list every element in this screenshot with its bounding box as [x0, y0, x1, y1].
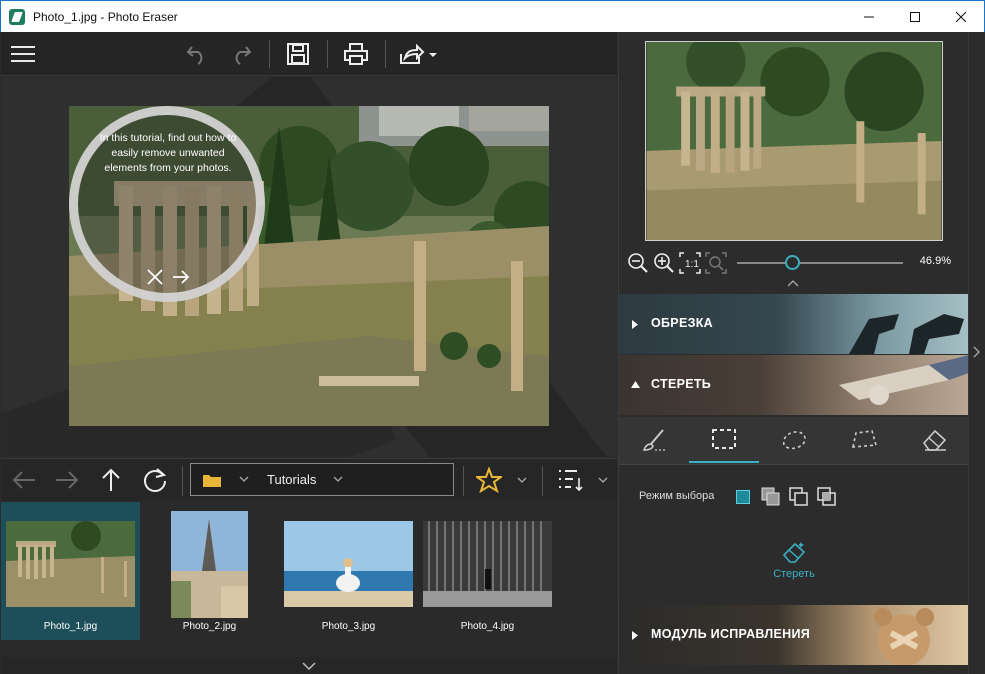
main-toolbar	[1, 32, 617, 76]
window-title: Photo_1.jpg - Photo Eraser	[33, 9, 178, 24]
app-logo-icon	[9, 8, 25, 25]
zoom-value: 46.9%	[919, 255, 951, 267]
zoom-slider[interactable]	[737, 262, 903, 264]
selection-subtract-icon[interactable]	[789, 487, 809, 507]
browser-navbar: Tutorials	[1, 458, 617, 501]
thumbnail-item[interactable]: Photo_1.jpg	[1, 502, 140, 640]
section-crop[interactable]: ОБРЕЗКА	[619, 294, 969, 354]
tutorial-text: In this tutorial, find out how to easily…	[99, 132, 237, 174]
rectangle-select-icon[interactable]	[689, 417, 759, 463]
zoom-controls: 1:1 46.9%	[627, 252, 967, 274]
chevron-up-icon[interactable]	[787, 279, 799, 287]
folder-icon	[203, 473, 221, 487]
thumbnail-label: Photo_2.jpg	[182, 621, 237, 632]
thumbnail-label: Photo_3.jpg	[321, 621, 376, 632]
refresh-icon[interactable]	[140, 465, 170, 495]
brush-tool-icon[interactable]	[619, 417, 689, 463]
title-bar: Photo_1.jpg - Photo Eraser	[0, 0, 985, 32]
folder-selector[interactable]: Tutorials	[190, 463, 454, 496]
eraser-pencil-image	[839, 355, 969, 405]
selection-add-icon[interactable]	[761, 487, 781, 507]
thumbnail-image	[171, 511, 248, 618]
selection-new-icon[interactable]	[736, 490, 750, 504]
erase-button[interactable]: Стереть	[769, 540, 819, 580]
svg-text:1:1: 1:1	[685, 259, 699, 270]
thumbnail-label: Photo_4.jpg	[460, 621, 515, 632]
section-erase[interactable]: СТЕРЕТЬ	[619, 355, 969, 415]
undo-icon[interactable]	[182, 39, 212, 69]
thumbnail-item[interactable]: Photo_4.jpg	[418, 502, 557, 640]
chevron-right-icon[interactable]	[973, 346, 981, 358]
fit-screen-icon[interactable]	[705, 252, 727, 274]
save-icon[interactable]	[283, 39, 313, 69]
photo-canvas[interactable]: In this tutorial, find out how to easily…	[1, 77, 617, 457]
thumbnail-strip: Photo_1.jpg Photo_2.jpg Photo_3.jpg Phot…	[1, 502, 617, 657]
section-label: МОДУЛЬ ИСПРАВЛЕНИЯ	[651, 627, 811, 641]
caret-down-icon	[631, 381, 640, 388]
magic-eraser-icon	[782, 542, 806, 563]
chevron-down-icon[interactable]	[302, 661, 316, 670]
arrow-right-icon[interactable]	[171, 267, 191, 287]
thumbnail-image	[6, 521, 135, 607]
caret-right-icon	[632, 320, 638, 329]
folder-name: Tutorials	[267, 472, 317, 487]
selection-intersect-icon[interactable]	[817, 487, 837, 507]
redo-icon[interactable]	[226, 39, 256, 69]
expand-strip[interactable]	[1, 657, 617, 674]
chevron-down-icon[interactable]	[598, 477, 608, 484]
navigator-preview[interactable]	[645, 41, 943, 241]
close-button[interactable]	[938, 1, 984, 32]
chevron-down-icon	[239, 476, 249, 483]
eraser-tool-icon[interactable]	[899, 417, 969, 463]
back-icon[interactable]	[9, 465, 39, 495]
zoom-in-icon[interactable]	[653, 252, 675, 274]
section-repair[interactable]: МОДУЛЬ ИСПРАВЛЕНИЯ	[619, 605, 969, 665]
section-label: ОБРЕЗКА	[651, 316, 713, 330]
section-label: СТЕРЕТЬ	[651, 377, 712, 391]
actual-size-icon[interactable]: 1:1	[679, 252, 701, 274]
thumbnail-image	[423, 521, 552, 607]
maximize-button[interactable]	[892, 1, 938, 32]
sort-icon[interactable]	[555, 465, 585, 495]
teddy-bear-image	[874, 608, 934, 665]
zoom-slider-handle[interactable]	[785, 255, 800, 270]
polygon-select-icon[interactable]	[829, 417, 899, 463]
forward-icon[interactable]	[52, 465, 82, 495]
menu-icon[interactable]	[8, 39, 38, 69]
zoom-out-icon[interactable]	[627, 252, 649, 274]
print-icon[interactable]	[341, 39, 371, 69]
right-panel-collapse-strip[interactable]	[968, 32, 985, 674]
chevron-down-icon[interactable]	[517, 477, 527, 484]
erase-button-label: Стереть	[773, 568, 815, 580]
thumbnail-image	[284, 521, 413, 607]
up-icon[interactable]	[96, 465, 126, 495]
thumbnail-item[interactable]: Photo_2.jpg	[140, 502, 279, 640]
star-icon[interactable]	[474, 465, 504, 495]
thumbnail-item[interactable]: Photo_3.jpg	[279, 502, 418, 640]
share-icon[interactable]	[397, 39, 439, 69]
erase-tools	[619, 417, 969, 465]
caret-right-icon	[632, 631, 638, 640]
thumbnail-label: Photo_1.jpg	[43, 621, 98, 632]
minimize-button[interactable]	[846, 1, 892, 32]
selection-mode-label: Режим выбора	[639, 490, 715, 502]
lasso-select-icon[interactable]	[759, 417, 829, 463]
chevron-down-icon[interactable]	[333, 476, 343, 483]
hands-frame-image	[849, 314, 964, 354]
right-panel: 1:1 46.9% ОБРЕЗКА СТЕРЕТЬ Режим выбора С…	[618, 32, 969, 674]
close-icon[interactable]	[145, 267, 165, 287]
